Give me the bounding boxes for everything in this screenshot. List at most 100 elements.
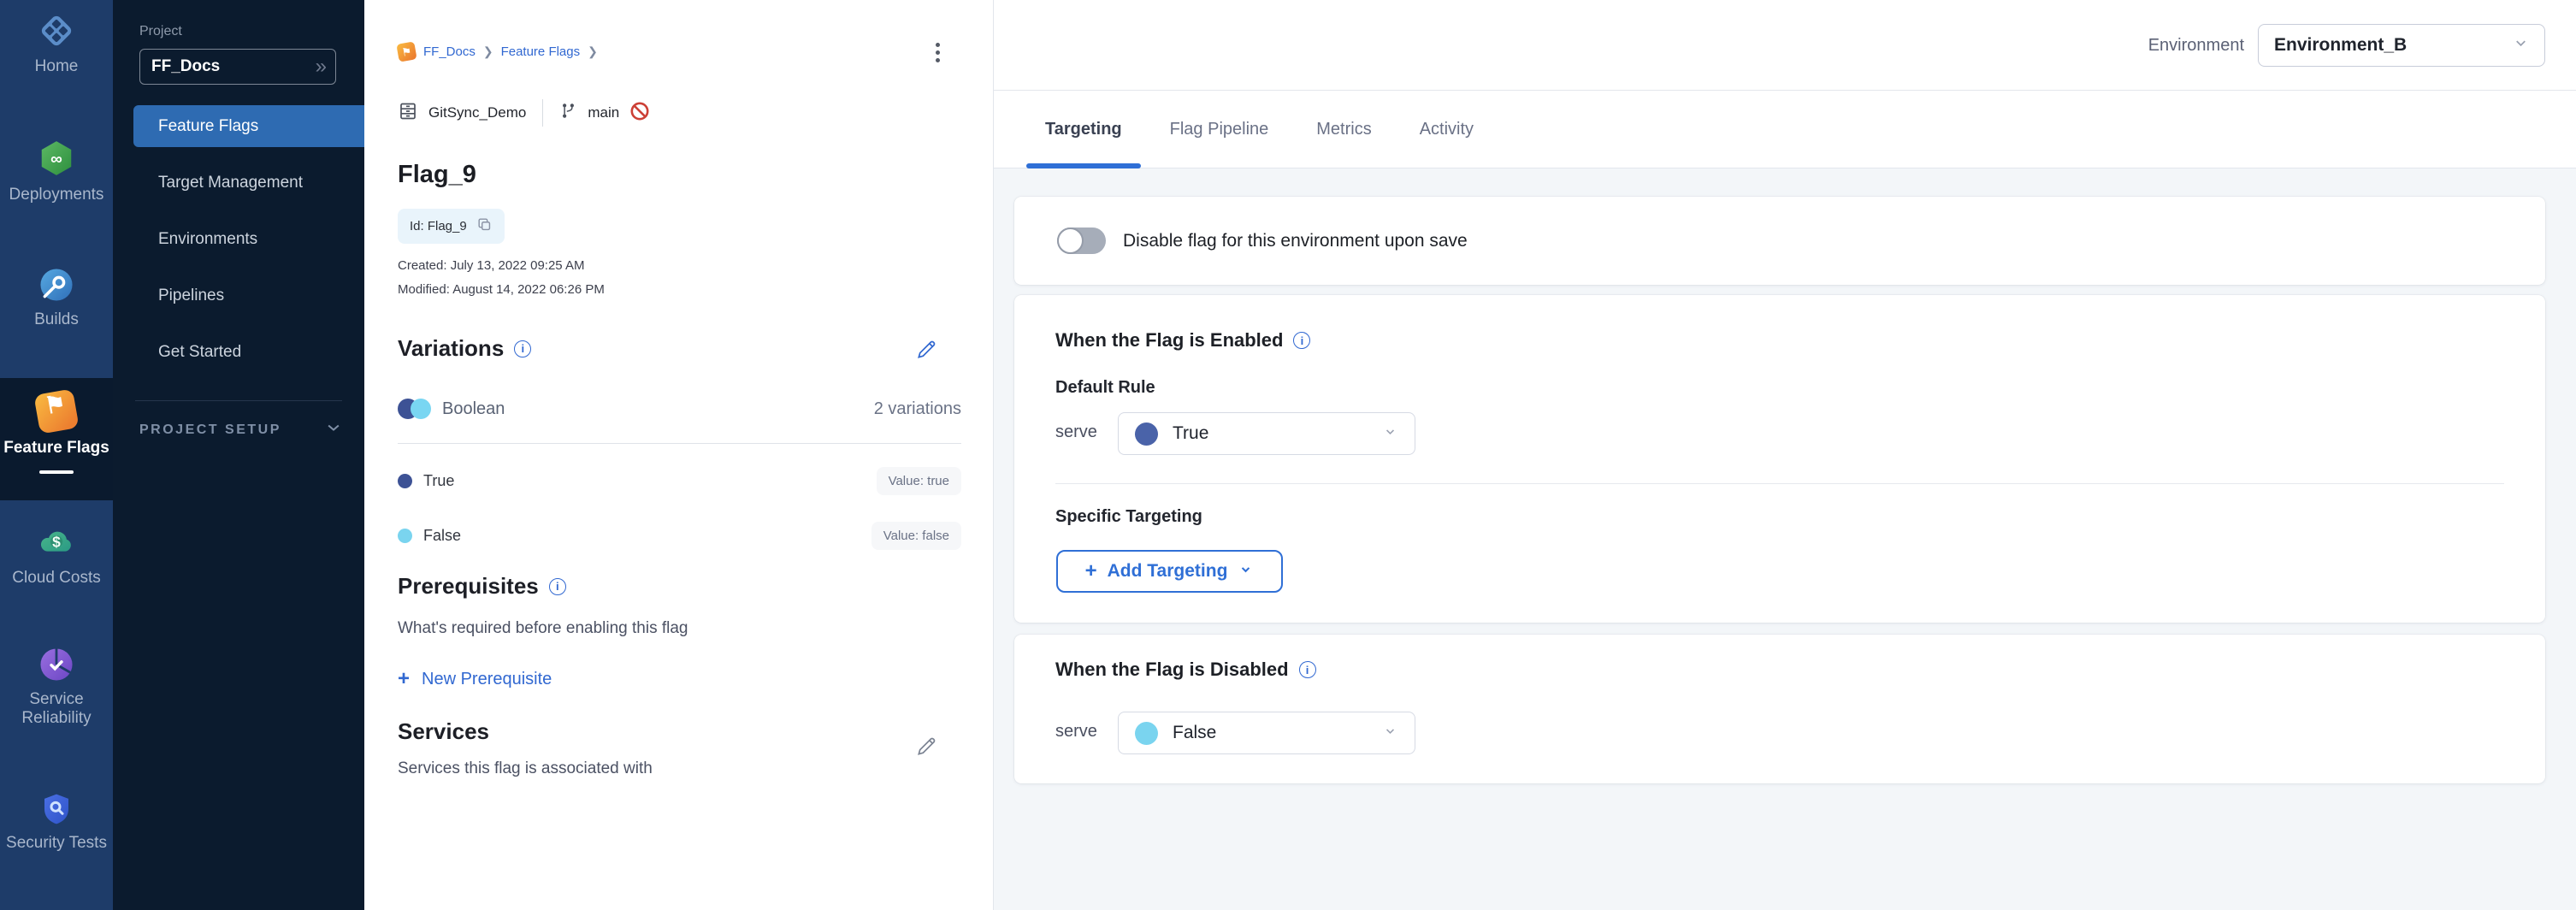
created-date: Created: July 13, 2022 09:25 AM [398,258,584,273]
variation-count: 2 variations [874,399,961,419]
variation-row-false: False Value: false [398,517,961,554]
disabled-serve-select[interactable]: False [1118,712,1415,754]
git-branch-icon [559,102,577,124]
sidebar-item-get-started[interactable]: Get Started [113,331,364,373]
tab-targeting[interactable]: Targeting [1043,91,1124,168]
new-prerequisite-button[interactable]: + New Prerequisite [398,669,552,689]
info-icon[interactable]: i [1299,661,1316,678]
divider [398,443,961,444]
repository-icon [398,101,418,126]
service-reliability-icon [38,647,74,682]
environment-selector-row: Environment Environment_B [2148,24,2545,67]
sidebar-item-label: Service Reliability [9,690,103,728]
true-variation-dot [1135,422,1158,446]
breadcrumb-feature-flags-link[interactable]: Feature Flags [501,44,581,59]
svg-text:∞: ∞ [50,151,62,168]
project-setup-toggle[interactable]: PROJECT SETUP [139,419,342,440]
flag-detail-panel: ⚑ FF_Docs ❯ Feature Flags ❯ GitSync_Demo… [364,0,994,910]
info-icon[interactable]: i [1293,332,1310,349]
targeting-content: Disable flag for this environment upon s… [994,168,2576,910]
git-sync-info: GitSync_Demo main [398,99,650,127]
services-section-header: Services [398,718,489,745]
sidebar-item-label: Cloud Costs [12,569,101,588]
tab-flag-pipeline[interactable]: Flag Pipeline [1168,91,1271,168]
default-rule-label: Default Rule [1055,378,1155,398]
breadcrumb: ⚑ FF_Docs ❯ Feature Flags ❯ [398,43,598,61]
copy-icon[interactable] [476,216,493,236]
edit-services-button[interactable] [915,736,937,762]
new-prerequisite-label: New Prerequisite [422,670,552,689]
disable-flag-toggle[interactable] [1057,228,1106,254]
project-name: FF_Docs [151,57,220,76]
prerequisites-section-header: Prerequisites i [398,573,566,600]
tab-metrics[interactable]: Metrics [1315,91,1373,168]
sidebar-divider [135,400,342,401]
sidebar-item-service-reliability[interactable]: Service Reliability [0,647,113,728]
divider [1055,483,2504,484]
flag-enabled-header: When the Flag is Enabled i [1055,329,1310,352]
services-title: Services [398,718,489,745]
specific-targeting-label: Specific Targeting [1055,507,1202,527]
sidebar-item-cloud-costs[interactable]: $ Cloud Costs [0,523,113,588]
chevron-right-icon: ❯ [483,44,493,59]
sidebar-item-label: Deployments [9,186,104,204]
sidebar-item-target-management[interactable]: Target Management [113,162,364,204]
sidebar-item-home[interactable]: Home [0,12,113,76]
sidebar-active-highlight: ⚑ Feature Flags [0,378,113,500]
chevron-down-icon [1382,723,1398,743]
menu-item-label: Environments [158,230,257,249]
feature-flags-icon: ⚑ [33,388,79,434]
sidebar-item-label: Security Tests [6,834,107,853]
sidebar-item-environments[interactable]: Environments [113,218,364,260]
tab-activity[interactable]: Activity [1418,91,1475,168]
variation-name: False [423,527,461,545]
plus-icon: + [398,669,410,689]
menu-item-label: Get Started [158,343,241,362]
vertical-divider [542,99,543,127]
edit-variations-button[interactable] [915,339,937,365]
chevron-down-icon [1382,423,1398,444]
project-selector[interactable]: FF_Docs » [139,49,336,85]
more-options-button[interactable] [932,39,943,66]
sidebar-item-feature-flags[interactable]: ⚑ Feature Flags [0,392,113,474]
chevron-down-icon [1238,561,1254,582]
flag-id-text: Id: Flag_9 [410,219,467,233]
disable-flag-card: Disable flag for this environment upon s… [1014,197,2545,285]
git-branch-name[interactable]: main [588,104,619,121]
sidebar-item-pipelines[interactable]: Pipelines [113,275,364,316]
svg-text:$: $ [52,534,61,551]
menu-item-label: Feature Flags [158,117,258,136]
flag-id-badge: Id: Flag_9 [398,209,505,244]
variation-row-true: True Value: true [398,462,961,499]
serve-value: False [1173,723,1216,743]
chevron-down-icon [2513,35,2529,56]
default-serve-select[interactable]: True [1118,412,1415,455]
double-chevron-icon: » [316,56,324,77]
serve-label: serve [1055,722,1097,742]
sidebar-item-builds[interactable]: Builds [0,267,113,329]
plus-icon: + [1085,561,1097,582]
add-targeting-button[interactable]: + Add Targeting [1056,550,1283,593]
chevron-right-icon: ❯ [588,44,598,59]
variation-type-label: Boolean [442,399,505,419]
services-description: Services this flag is associated with [398,759,653,778]
variation-name: True [423,472,454,490]
flag-disabled-title: When the Flag is Disabled [1055,659,1289,681]
feature-flags-icon: ⚑ [396,41,417,62]
sidebar-item-deployments[interactable]: ∞ Deployments [0,139,113,204]
breadcrumb-project-link[interactable]: FF_Docs [423,44,476,59]
sidebar-item-security-tests[interactable]: Security Tests [0,792,113,853]
sidebar-item-label: Builds [34,310,79,329]
info-icon[interactable]: i [549,578,566,595]
serve-label: serve [1055,422,1097,442]
project-menu: Feature Flags Target Management Environm… [113,105,364,387]
environment-select[interactable]: Environment_B [2258,24,2545,67]
serve-value: True [1173,423,1208,444]
home-icon [38,12,75,50]
sidebar-item-label: Feature Flags [3,439,109,458]
info-icon[interactable]: i [514,340,531,358]
sidebar-item-feature-flags-page[interactable]: Feature Flags [133,105,364,147]
disable-flag-label: Disable flag for this environment upon s… [1123,231,1468,251]
variation-type-row: Boolean 2 variations [398,399,961,419]
project-sidebar: Project FF_Docs » Feature Flags Target M… [113,0,364,910]
